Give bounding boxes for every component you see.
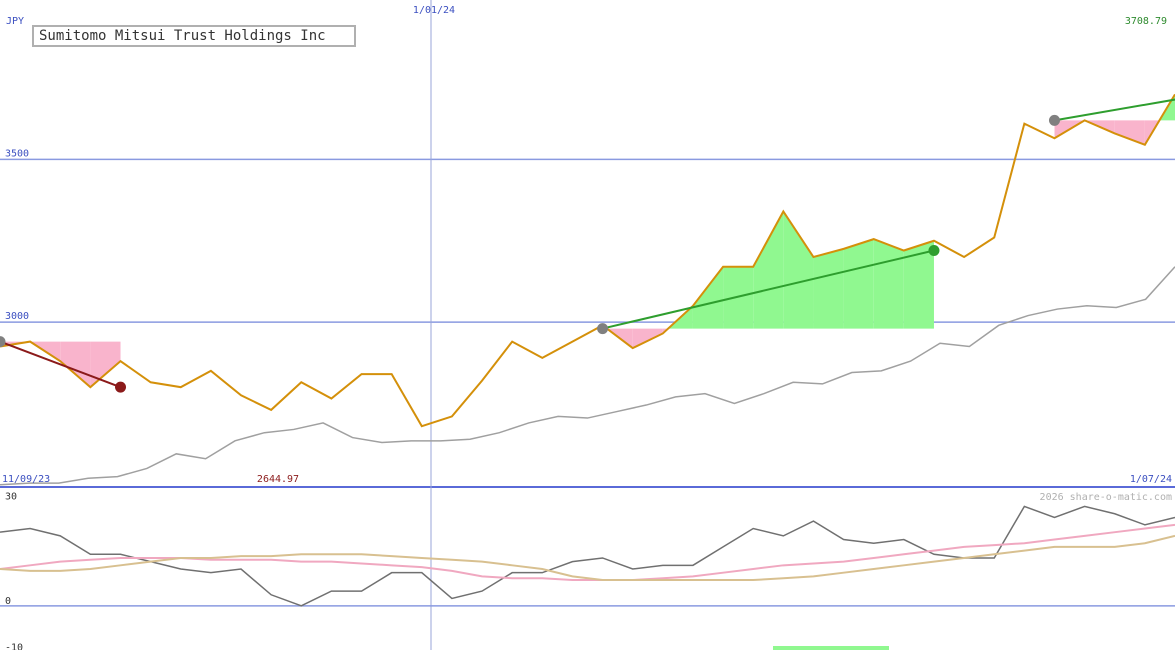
trend-end-marker-1 xyxy=(928,245,940,257)
trend-line-2 xyxy=(1054,98,1175,122)
fill-area-1-23-0 xyxy=(692,266,724,329)
osc-line-0 xyxy=(0,505,1175,607)
chart: 3000 3500 30 0 -10 JPY 1/01/24 3708.79 2644… xyxy=(0,0,1175,650)
osc-line-2 xyxy=(0,534,1175,582)
x-start-label: 11/09/23 xyxy=(2,474,50,485)
price-tick-3000: 3000 xyxy=(5,311,29,322)
comparison-line xyxy=(0,266,1175,486)
fill-area-1-29-0 xyxy=(873,239,904,329)
fill-area-1-28-0 xyxy=(843,239,874,329)
min-label: 2644.97 xyxy=(257,474,299,485)
trend-lines xyxy=(0,98,1175,393)
price-line-group xyxy=(0,93,1175,428)
trend-start-marker-1 xyxy=(597,323,609,335)
oscillator-panel: 30 0 -10 xyxy=(0,491,1175,650)
osc-line-1 xyxy=(0,523,1175,582)
chart-labels: JPY 1/01/24 3708.79 2644.97 11/09/23 1/0… xyxy=(2,5,1172,503)
fill-area-2-37-0 xyxy=(1114,120,1145,145)
price-tick-3500: 3500 xyxy=(5,148,29,159)
fill-area-1-26-0 xyxy=(783,211,814,329)
osc-tick--10: -10 xyxy=(5,643,23,650)
x-marker-label: 1/01/24 xyxy=(413,5,455,16)
fill-area-1-24-0 xyxy=(723,266,754,329)
trend-start-marker-2 xyxy=(1048,114,1060,126)
fill-areas xyxy=(0,94,1175,388)
currency-label: JPY xyxy=(6,16,24,27)
fill-area-1-25-0 xyxy=(753,211,784,329)
osc-highlight-bar xyxy=(773,646,889,650)
chart-title: Sumitomo Mitsui Trust Holdings Inc xyxy=(32,25,356,47)
watermark: 2026 share-o-matic.com xyxy=(1040,492,1172,503)
comparison-line-group xyxy=(0,266,1175,486)
x-end-label: 1/07/24 xyxy=(1130,474,1172,485)
fill-area-1-27-0 xyxy=(813,248,844,329)
max-label: 3708.79 xyxy=(1125,16,1167,27)
price-line xyxy=(0,93,1175,428)
osc-tick-0: 0 xyxy=(5,596,11,607)
trend-end-marker-0 xyxy=(115,381,127,393)
osc-tick-30: 30 xyxy=(5,491,17,502)
